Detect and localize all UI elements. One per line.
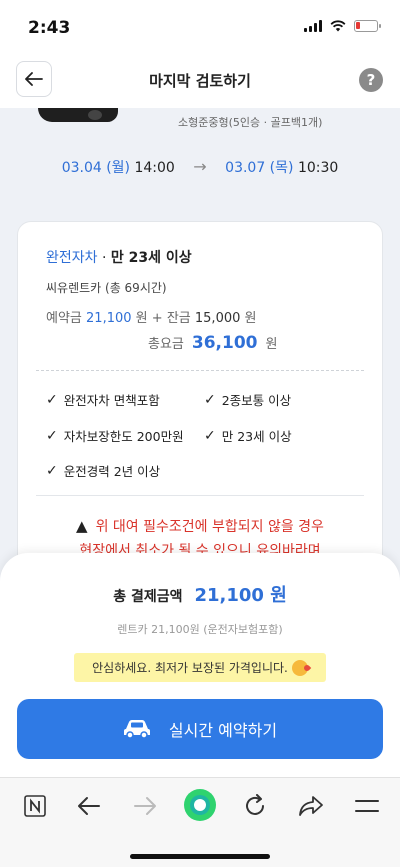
end-date: 03.07 (목) bbox=[225, 160, 294, 176]
car-image bbox=[38, 108, 118, 122]
browser-back-icon[interactable] bbox=[74, 792, 104, 820]
condition-label: 자차보장한도 200만원 bbox=[63, 429, 184, 444]
condition-item: ✓ 만 23세 이상 bbox=[204, 426, 292, 445]
check-icon: ✓ bbox=[46, 391, 58, 408]
car-spec: 소형준중형(5인승 · 골프백1개) bbox=[178, 116, 323, 129]
balance-won: 원 bbox=[244, 311, 257, 326]
age-requirement: 만 23세 이상 bbox=[110, 250, 192, 266]
deposit-amount: 21,100 bbox=[86, 311, 132, 326]
total-fee: 총요금 36,100 원 bbox=[148, 333, 277, 353]
status-icons bbox=[304, 20, 381, 32]
summary-card: 완전자차 · 만 23세 이상 씨유렌트카 (총 69시간) 예약금 21,10… bbox=[17, 221, 383, 581]
check-icon: ✓ bbox=[204, 391, 216, 408]
insurance-separator: · bbox=[97, 250, 111, 266]
insurance-name: 완전자차 bbox=[46, 250, 98, 266]
payment-label: 총 결제금액 bbox=[113, 589, 183, 605]
deposit-label: 예약금 bbox=[46, 311, 82, 326]
total-label: 총요금 bbox=[148, 337, 184, 352]
menu-icon[interactable] bbox=[352, 792, 382, 820]
payment-detail: 렌트카 21,100원 (운전자보험포함) bbox=[117, 623, 283, 636]
naver-n-icon[interactable] bbox=[20, 792, 50, 820]
end-time: 10:30 bbox=[297, 160, 339, 176]
schedule-arrow-icon: → bbox=[193, 157, 207, 176]
warning-icon: ▲ bbox=[76, 517, 88, 535]
reserve-button[interactable]: 실시간 예약하기 bbox=[17, 699, 383, 759]
price-breakdown: 예약금 21,100 원 + 잔금 15,000 원 bbox=[46, 307, 257, 326]
dashed-divider bbox=[36, 370, 364, 371]
payment-sheet: 총 결제금액 21,100 원 렌트카 21,100원 (운전자보험포함) 안심하… bbox=[0, 553, 400, 777]
start-date: 03.04 (월) bbox=[61, 160, 131, 176]
home-indicator bbox=[130, 854, 270, 859]
deposit-won: 원 bbox=[135, 311, 148, 326]
browser-toolbar bbox=[0, 777, 400, 867]
condition-label: 2종보통 이상 bbox=[221, 393, 292, 408]
rental-company: 씨유렌트카 (총 69시간) bbox=[46, 281, 167, 295]
kiss-emoji-icon bbox=[291, 659, 308, 676]
signal-icon bbox=[304, 20, 322, 32]
insurance-line: 완전자차 · 만 23세 이상 bbox=[46, 247, 192, 267]
battery-icon bbox=[354, 20, 381, 32]
status-bar: 2:43 bbox=[0, 0, 400, 52]
reload-icon[interactable] bbox=[240, 792, 270, 820]
check-icon: ✓ bbox=[46, 427, 58, 444]
rental-schedule: 03.04 (월) 14:00 → 03.07 (목) 10:30 bbox=[0, 157, 400, 177]
page-title: 마지막 검토하기 bbox=[149, 72, 251, 90]
warning-line-1: 위 대여 필수조건에 부합되지 않을 경우 bbox=[95, 519, 324, 535]
total-amount: 36,100 bbox=[191, 333, 258, 353]
check-icon: ✓ bbox=[46, 462, 58, 479]
check-icon: ✓ bbox=[204, 427, 216, 444]
payment-total: 총 결제금액 21,100 원 bbox=[0, 581, 400, 607]
badge-text: 안심하세요. 최저가 보장된 가격입니다. bbox=[92, 661, 288, 675]
condition-label: 운전경력 2년 이상 bbox=[63, 464, 161, 479]
status-time: 2:43 bbox=[28, 18, 71, 38]
car-icon bbox=[123, 720, 150, 739]
start-time: 14:00 bbox=[134, 160, 175, 176]
total-won: 원 bbox=[265, 337, 278, 352]
lowest-price-badge: 안심하세요. 최저가 보장된 가격입니다. bbox=[74, 653, 326, 682]
help-icon[interactable]: ? bbox=[359, 68, 383, 92]
condition-item: ✓ 완전자차 면책포함 bbox=[46, 390, 160, 409]
condition-label: 완전자차 면책포함 bbox=[63, 393, 160, 408]
plus-sign: + bbox=[151, 311, 163, 326]
condition-item: ✓ 자차보장한도 200만원 bbox=[46, 426, 184, 445]
balance-label: 잔금 bbox=[166, 311, 191, 326]
balance-amount: 15,000 bbox=[194, 311, 241, 326]
reserve-label: 실시간 예약하기 bbox=[168, 721, 278, 740]
share-icon[interactable] bbox=[296, 792, 326, 820]
browser-forward-icon[interactable] bbox=[130, 792, 160, 820]
wifi-icon bbox=[330, 20, 346, 32]
condition-label: 만 23세 이상 bbox=[221, 429, 292, 444]
condition-item: ✓ 운전경력 2년 이상 bbox=[46, 461, 160, 480]
divider bbox=[36, 495, 364, 496]
header: 마지막 검토하기 ? bbox=[0, 52, 400, 108]
payment-value: 21,100 원 bbox=[194, 585, 287, 606]
condition-item: ✓ 2종보통 이상 bbox=[204, 390, 291, 409]
home-circle-icon[interactable] bbox=[183, 788, 217, 822]
